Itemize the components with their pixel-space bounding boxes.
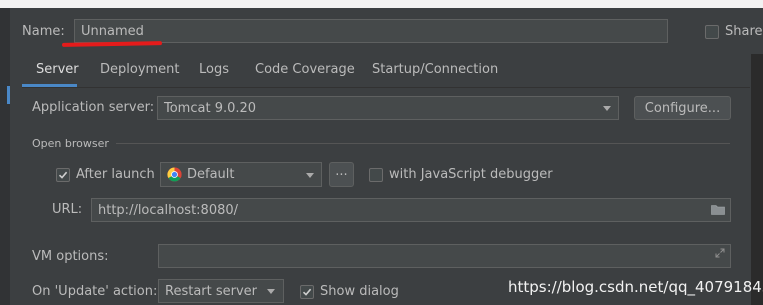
js-debugger-label: with JavaScript debugger (389, 167, 553, 182)
after-launch-checkbox[interactable] (56, 168, 70, 182)
url-input[interactable]: http://localhost:8080/ (91, 198, 731, 222)
folder-icon[interactable] (711, 204, 725, 215)
share-checkbox[interactable] (705, 25, 719, 39)
chrome-icon (167, 167, 182, 182)
name-input-value: Unnamed (81, 23, 144, 39)
show-dialog-checkbox[interactable] (300, 285, 314, 299)
show-dialog-label: Show dialog (320, 284, 399, 299)
tab-code-coverage[interactable]: Code Coverage (255, 62, 355, 77)
application-server-label: Application server: (32, 100, 155, 115)
application-server-value: Tomcat 9.0.20 (164, 100, 257, 116)
watermark-url: https://blog.csdn.net/qq_40791843 (508, 278, 763, 296)
vertical-scrollbar[interactable] (751, 54, 763, 305)
js-debugger-checkbox[interactable] (369, 168, 383, 182)
on-update-action-label: On 'Update' action: (32, 284, 158, 299)
server-tab-panel (22, 88, 751, 305)
browser-select[interactable]: Default (160, 162, 322, 187)
chevron-down-icon (267, 289, 275, 294)
on-update-action-value: Restart server (165, 283, 258, 299)
configure-button-label: Configure... (644, 100, 721, 116)
vm-options-label: VM options: (32, 249, 109, 264)
group-divider (116, 143, 730, 144)
vm-options-input[interactable] (158, 244, 731, 268)
tab-server[interactable]: Server (36, 62, 79, 77)
checkmark-icon (58, 171, 68, 179)
browser-value: Default (187, 167, 235, 182)
on-update-action-select[interactable]: Restart server (158, 279, 284, 303)
url-value: http://localhost:8080/ (98, 202, 239, 218)
tab-deployment[interactable]: Deployment (100, 62, 180, 77)
chevron-down-icon (306, 173, 314, 178)
expand-icon[interactable] (715, 248, 725, 258)
share-label: Share (725, 24, 763, 39)
chevron-down-icon (603, 106, 611, 111)
left-gutter (0, 8, 10, 305)
tab-logs[interactable]: Logs (199, 62, 229, 77)
open-browser-group-title: Open browser (32, 137, 109, 150)
left-selection-marker (7, 86, 10, 104)
configure-button[interactable]: Configure... (634, 96, 731, 120)
url-label: URL: (52, 202, 83, 217)
window-top-band (0, 0, 763, 8)
checkmark-icon (302, 288, 312, 296)
red-underline-annotation (61, 41, 163, 47)
name-label: Name: (22, 24, 65, 39)
browse-browser-button[interactable]: ... (329, 162, 354, 187)
name-input[interactable]: Unnamed (74, 19, 668, 43)
tab-startup-connection[interactable]: Startup/Connection (372, 62, 498, 77)
application-server-select[interactable]: Tomcat 9.0.20 (157, 96, 619, 120)
browse-button-label: ... (335, 164, 348, 179)
after-launch-label: After launch (76, 167, 155, 182)
